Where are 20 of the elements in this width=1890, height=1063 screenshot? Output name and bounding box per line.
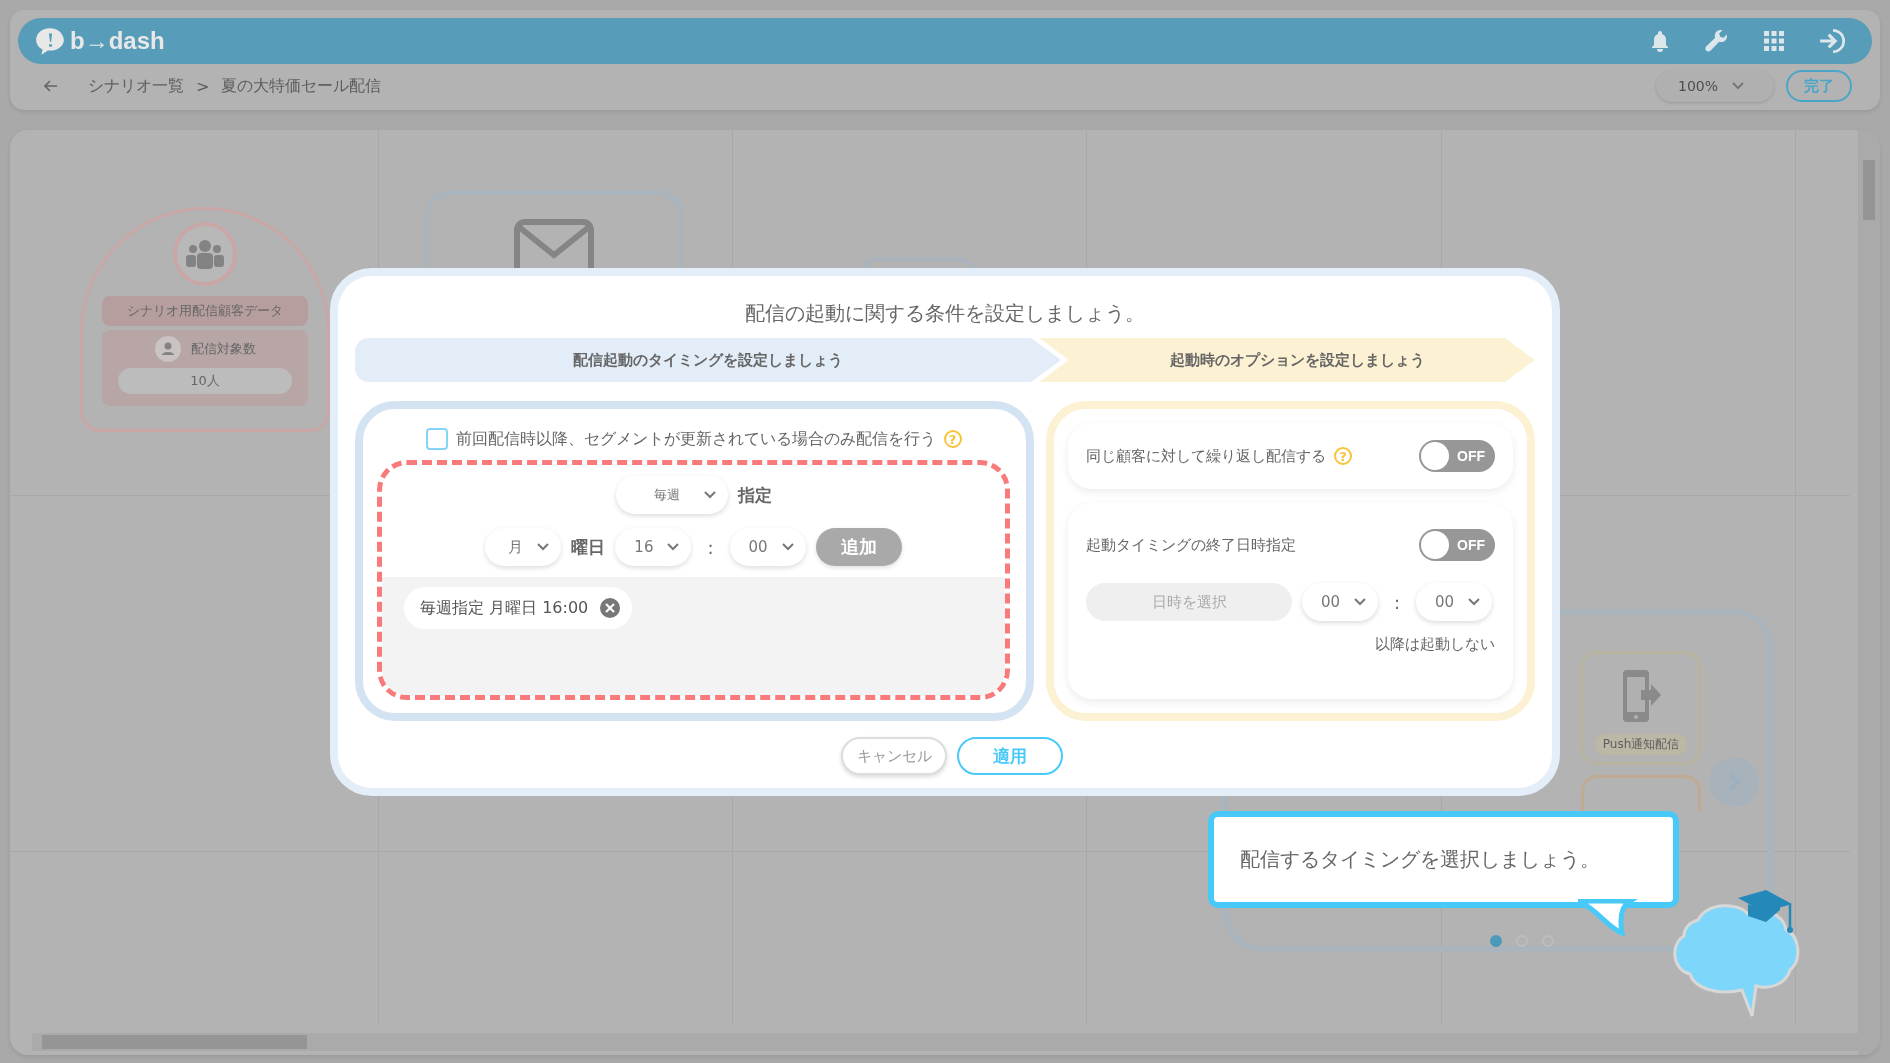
step-banner: 起動時のオプションを設定しましょう [1039, 338, 1535, 382]
dialog-title: 配信の起動に関する条件を設定しましょう。 [744, 300, 1146, 327]
checkbox-label: 前回配信時以降、セグメントが更新されている場合のみ配信を行う [455, 428, 936, 450]
option-note: 以降は起動しない [1374, 635, 1495, 655]
time-separator: : [1393, 591, 1402, 613]
step-banner: 配信起動のタイミングを設定しましょう [355, 338, 1061, 382]
weekday-suffix: 曜日 [571, 535, 606, 559]
segment-title: シナリオ用配信顧客データ [102, 296, 308, 326]
option-label: 同じ顧客に対して繰り返し配信する [1086, 446, 1326, 466]
logo-text: b→dash [70, 27, 165, 55]
breadcrumb-current: 夏の大特価セール配信 [221, 75, 382, 97]
count-label: 配信対象数 [190, 340, 256, 358]
schedule-text: 毎週指定 月曜日 16:00 [420, 597, 589, 619]
time-separator: : [706, 536, 715, 558]
guide-text: 配信するタイミングを選択しましょう。 [1240, 846, 1600, 873]
tile-label: Push通知配信 [1594, 734, 1688, 755]
option-label: 起動タイミングの終了日時指定 [1086, 535, 1296, 555]
frequency-suffix: 指定 [737, 483, 772, 507]
count-value: 10人 [118, 368, 292, 394]
breadcrumb-separator: > [196, 76, 210, 96]
